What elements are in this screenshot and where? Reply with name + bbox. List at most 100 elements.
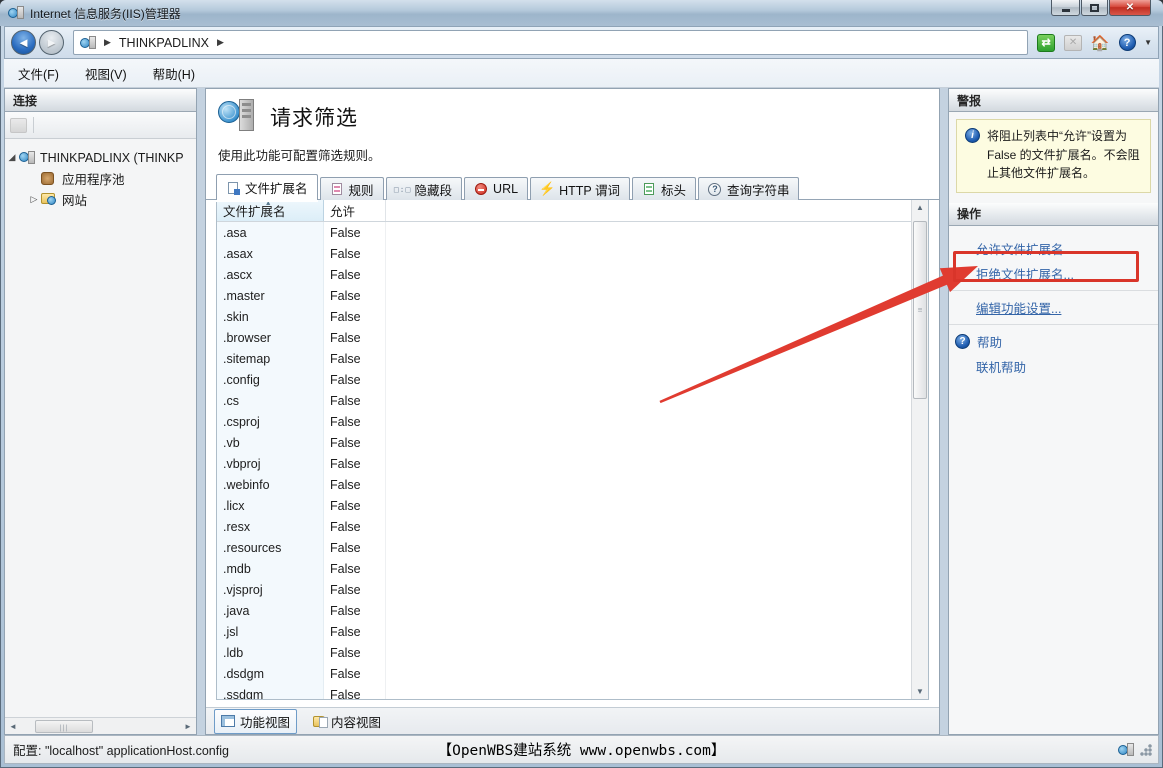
info-icon: i	[965, 128, 980, 143]
address-bar: ◄ ► ▶ THINKPADLINX ▶ ⇄ 🏠 ? ▼	[4, 26, 1159, 59]
tab-file-extensions[interactable]: 文件扩展名	[216, 174, 318, 200]
scrollbar-thumb[interactable]: |||	[35, 720, 93, 733]
panel-splitter[interactable]	[197, 88, 205, 735]
list-header: ▲ 文件扩展名 允许	[217, 200, 928, 222]
tab-url[interactable]: URL	[464, 177, 528, 200]
tab-query-strings[interactable]: ? 查询字符串	[698, 177, 800, 200]
application-pools-icon	[41, 172, 57, 186]
help-icon[interactable]: ?	[1117, 33, 1137, 53]
list-vertical-scrollbar[interactable]: ▲ ≡ ▼	[911, 200, 928, 699]
table-row[interactable]: .jslFalse	[217, 621, 928, 642]
scroll-down-icon[interactable]: ▼	[912, 684, 928, 699]
table-row[interactable]: .browserFalse	[217, 327, 928, 348]
table-row[interactable]: .csprojFalse	[217, 411, 928, 432]
table-row[interactable]: .masterFalse	[217, 285, 928, 306]
table-row[interactable]: .resourcesFalse	[217, 537, 928, 558]
tab-hidden-segments[interactable]: □:□ 隐藏段	[386, 177, 463, 200]
alerts-header: 警报	[949, 89, 1158, 112]
content-area: 连接 ◢ THINKPADLINX (THINKP 应用程序池 ▷	[4, 88, 1159, 735]
column-header-extension[interactable]: ▲ 文件扩展名	[217, 200, 324, 221]
content-view-tab[interactable]: 内容视图	[307, 710, 387, 733]
minimize-button[interactable]	[1051, 0, 1080, 16]
page-title: 请求筛选	[270, 102, 358, 132]
table-row[interactable]: .asaxFalse	[217, 243, 928, 264]
window-title: Internet 信息服务(IIS)管理器	[30, 5, 181, 22]
menu-help[interactable]: 帮助(H)	[153, 64, 195, 83]
restart-icon[interactable]: ⇄	[1036, 33, 1056, 53]
chevron-right-icon[interactable]: ▶	[217, 37, 224, 48]
sites-icon	[41, 193, 57, 207]
sort-ascending-icon: ▲	[265, 200, 272, 207]
breadcrumb-server[interactable]: THINKPADLINX	[119, 36, 209, 50]
title-bar[interactable]: Internet 信息服务(IIS)管理器 ✕	[0, 0, 1163, 26]
server-icon	[19, 151, 35, 165]
tree-item-app-pools[interactable]: 应用程序池	[5, 168, 196, 189]
table-row[interactable]: .ssdgmFalse	[217, 684, 928, 699]
table-row[interactable]: .resxFalse	[217, 516, 928, 537]
help-link[interactable]: 帮助	[977, 332, 1002, 351]
table-row[interactable]: .sitemapFalse	[217, 348, 928, 369]
edit-feature-settings-link[interactable]: 编辑功能设置...	[949, 295, 1158, 320]
help-icon: ?	[955, 334, 970, 349]
url-deny-icon	[474, 183, 488, 196]
table-row[interactable]: .webinfoFalse	[217, 474, 928, 495]
help-row[interactable]: ? 帮助	[949, 329, 1158, 354]
tree-sites-label[interactable]: 网站	[62, 190, 87, 209]
actions-header: 操作	[949, 203, 1158, 226]
request-filtering-icon	[218, 99, 258, 135]
table-row[interactable]: .ascxFalse	[217, 264, 928, 285]
table-row[interactable]: .skinFalse	[217, 306, 928, 327]
menu-file[interactable]: 文件(F)	[18, 64, 59, 83]
tab-http-verbs[interactable]: ⚡ HTTP 谓词	[530, 177, 630, 200]
column-header-allowed[interactable]: 允许	[324, 200, 386, 221]
table-row[interactable]: .dsdgmFalse	[217, 663, 928, 684]
menu-view[interactable]: 视图(V)	[85, 64, 127, 83]
tree-server-label[interactable]: THINKPADLINX (THINKP	[40, 151, 184, 165]
table-row[interactable]: .vjsprojFalse	[217, 579, 928, 600]
back-button[interactable]: ◄	[11, 30, 36, 55]
actions-list: 允许文件扩展名... 拒绝文件扩展名... 编辑功能设置... ? 帮助 联机帮…	[949, 226, 1158, 379]
feature-panel: 请求筛选 使用此功能可配置筛选规则。 文件扩展名 规则 □:□ 隐藏段	[205, 88, 940, 735]
expander-collapsed-icon[interactable]: ▷	[27, 194, 41, 205]
scroll-right-icon[interactable]: ►	[180, 719, 196, 734]
tree-app-pools-label[interactable]: 应用程序池	[62, 169, 125, 188]
table-row[interactable]: .javaFalse	[217, 600, 928, 621]
table-row[interactable]: .vbprojFalse	[217, 453, 928, 474]
table-row[interactable]: .asaFalse	[217, 222, 928, 243]
file-extensions-icon	[226, 181, 240, 194]
table-row[interactable]: .mdbFalse	[217, 558, 928, 579]
feature-view-icon	[221, 715, 235, 727]
lightning-icon: ⚡	[540, 183, 554, 196]
table-row[interactable]: .licxFalse	[217, 495, 928, 516]
feature-view-tab[interactable]: 功能视图	[214, 709, 297, 734]
expander-expanded-icon[interactable]: ◢	[5, 152, 19, 163]
table-row[interactable]: .csFalse	[217, 390, 928, 411]
deny-file-extension-link[interactable]: 拒绝文件扩展名...	[949, 261, 1158, 286]
save-connection-icon[interactable]	[10, 118, 27, 133]
connections-tree: ◢ THINKPADLINX (THINKP 应用程序池 ▷ 网站	[5, 139, 196, 717]
tab-headers[interactable]: 标头	[632, 177, 696, 200]
resize-grip[interactable]	[1140, 744, 1152, 756]
scroll-left-icon[interactable]: ◄	[5, 719, 21, 734]
table-row[interactable]: .vbFalse	[217, 432, 928, 453]
scrollbar-thumb[interactable]: ≡	[913, 221, 927, 399]
online-help-link[interactable]: 联机帮助	[949, 354, 1158, 379]
allow-file-extension-link[interactable]: 允许文件扩展名...	[949, 236, 1158, 261]
table-row[interactable]: .configFalse	[217, 369, 928, 390]
tree-item-server[interactable]: ◢ THINKPADLINX (THINKP	[5, 147, 196, 168]
breadcrumb[interactable]: ▶ THINKPADLINX ▶	[73, 30, 1028, 55]
extensions-list: ▲ 文件扩展名 允许 .asaFalse.asaxFalse.ascxFalse…	[216, 200, 929, 700]
tab-rules[interactable]: 规则	[320, 177, 384, 200]
filter-tabs: 文件扩展名 规则 □:□ 隐藏段 URL ⚡ HTTP 谓词	[206, 174, 939, 200]
close-button[interactable]: ✕	[1109, 0, 1151, 16]
table-row[interactable]: .ldbFalse	[217, 642, 928, 663]
scroll-up-icon[interactable]: ▲	[912, 200, 928, 215]
forward-button[interactable]: ►	[39, 30, 64, 55]
home-icon[interactable]: 🏠	[1090, 33, 1110, 53]
maximize-button[interactable]	[1081, 0, 1108, 16]
tree-item-sites[interactable]: ▷ 网站	[5, 189, 196, 210]
tree-horizontal-scrollbar[interactable]: ◄ ||| ►	[5, 717, 196, 734]
help-dropdown-icon[interactable]: ▼	[1144, 38, 1152, 47]
panel-splitter[interactable]	[940, 88, 948, 735]
stop-disabled-icon	[1063, 33, 1083, 53]
